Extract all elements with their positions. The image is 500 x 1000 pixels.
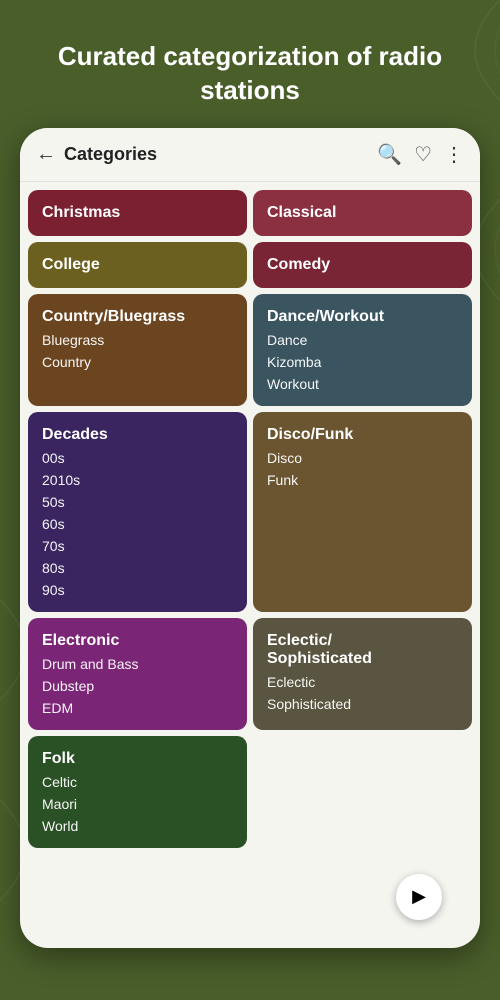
category-classical[interactable]: Classical [253, 190, 472, 236]
categories-grid: Christmas Classical College Comedy Count… [28, 190, 472, 848]
more-icon[interactable]: ⋮ [444, 142, 464, 167]
category-label: Christmas [42, 204, 233, 222]
sub-label-2010s: 2010s [42, 472, 233, 488]
category-label: Decades [42, 426, 233, 444]
category-label: Disco/Funk [267, 426, 458, 444]
category-label: Electronic [42, 632, 233, 650]
sub-label-celtic: Celtic [42, 774, 233, 790]
category-college[interactable]: College [28, 242, 247, 288]
category-comedy[interactable]: Comedy [253, 242, 472, 288]
sub-label-sophisticated: Sophisticated [267, 696, 458, 712]
hero-title: Curated categorization of radio stations [0, 0, 500, 128]
search-icon[interactable]: 🔍 [377, 142, 402, 167]
sub-label-dubstep: Dubstep [42, 678, 233, 694]
category-label: Comedy [267, 256, 458, 274]
sub-label-60s: 60s [42, 516, 233, 532]
category-label: College [42, 256, 233, 274]
category-label: Country/Bluegrass [42, 308, 233, 326]
category-electronic[interactable]: Electronic Drum and Bass Dubstep EDM [28, 618, 247, 730]
category-christmas[interactable]: Christmas [28, 190, 247, 236]
fab-button[interactable]: ▶ [396, 874, 442, 920]
page-title: Categories [64, 144, 377, 165]
category-disco-funk[interactable]: Disco/Funk Disco Funk [253, 412, 472, 612]
sub-label-dance: Dance [267, 332, 458, 348]
fab-icon: ▶ [412, 886, 426, 907]
sub-label-kizomba: Kizomba [267, 354, 458, 370]
category-dance[interactable]: Dance/Workout Dance Kizomba Workout [253, 294, 472, 406]
category-label: Dance/Workout [267, 308, 458, 326]
sub-label-90s: 90s [42, 582, 233, 598]
sub-label-80s: 80s [42, 560, 233, 576]
sub-label-70s: 70s [42, 538, 233, 554]
sub-label-00s: 00s [42, 450, 233, 466]
sub-label-funk: Funk [267, 472, 458, 488]
sub-label-workout: Workout [267, 376, 458, 392]
phone-header: ← Categories 🔍 ♡ ⋮ [20, 128, 480, 182]
sub-label-maori: Maori [42, 796, 233, 812]
sub-label-drum-bass: Drum and Bass [42, 656, 233, 672]
category-eclectic[interactable]: Eclectic/Sophisticated Eclectic Sophisti… [253, 618, 472, 730]
category-label: Eclectic/Sophisticated [267, 632, 458, 668]
sub-label-50s: 50s [42, 494, 233, 510]
heart-icon[interactable]: ♡ [414, 142, 432, 167]
sub-label-world: World [42, 818, 233, 834]
category-decades[interactable]: Decades 00s 2010s 50s 60s 70s 80s 90s [28, 412, 247, 612]
back-button[interactable]: ← [36, 143, 56, 166]
category-label: Folk [42, 750, 233, 768]
phone-container: ← Categories 🔍 ♡ ⋮ Christmas Classical C… [20, 128, 480, 948]
category-country[interactable]: Country/Bluegrass Bluegrass Country [28, 294, 247, 406]
sub-label-bluegrass: Bluegrass [42, 332, 233, 348]
categories-scroll: Christmas Classical College Comedy Count… [20, 182, 480, 940]
sub-label-country: Country [42, 354, 233, 370]
sub-label-disco: Disco [267, 450, 458, 466]
category-label: Classical [267, 204, 458, 222]
sub-label-eclectic: Eclectic [267, 674, 458, 690]
sub-label-edm: EDM [42, 700, 233, 716]
category-folk[interactable]: Folk Celtic Maori World [28, 736, 247, 848]
header-icons: 🔍 ♡ ⋮ [377, 142, 464, 167]
